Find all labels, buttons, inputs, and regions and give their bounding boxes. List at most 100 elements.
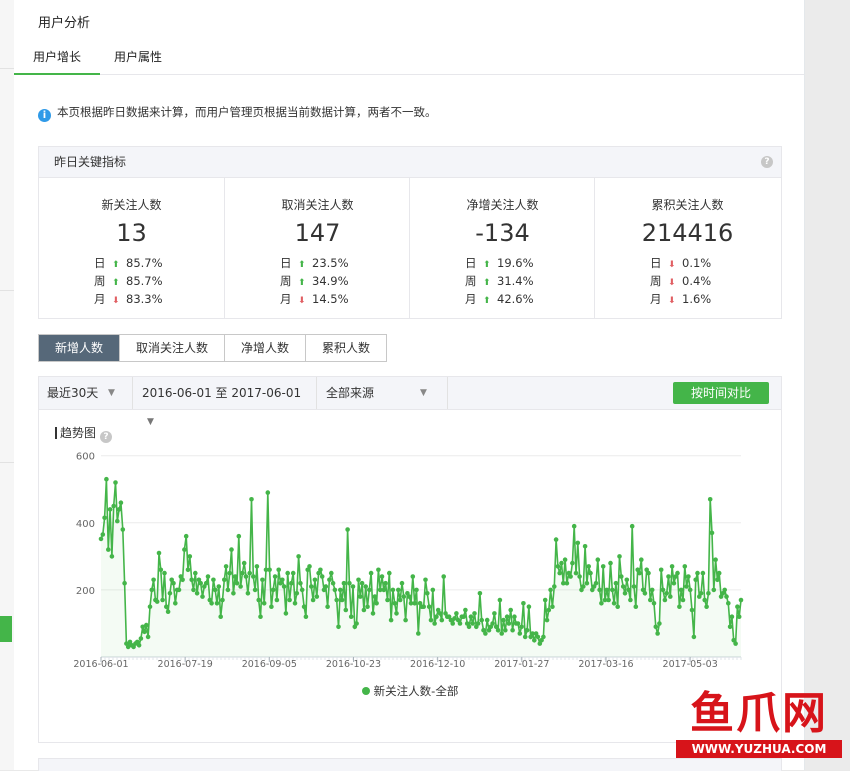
change-pct: 31.4%	[497, 274, 534, 288]
data-point	[735, 604, 740, 609]
tab-user-growth[interactable]: 用户增长	[14, 40, 100, 75]
data-point	[334, 597, 340, 603]
data-point	[142, 629, 147, 635]
data-point	[506, 621, 512, 626]
data-point	[470, 621, 476, 626]
kpi-value: 147	[294, 219, 341, 247]
period-label: 周	[465, 274, 477, 288]
data-point	[615, 604, 620, 609]
kpi-value: -134	[475, 219, 530, 247]
data-point	[428, 617, 434, 623]
metric-segment-control: 新增人数 取消关注人数 净增人数 累积人数	[38, 334, 387, 362]
data-point	[680, 597, 686, 603]
x-tick-label: 2016-10-23	[326, 659, 381, 670]
data-point	[299, 587, 305, 593]
data-point	[368, 570, 374, 576]
data-point	[104, 476, 109, 482]
legend-label: 新关注人数-全部	[373, 684, 459, 698]
data-point	[664, 591, 669, 596]
data-point	[675, 570, 680, 576]
data-point	[287, 597, 292, 603]
data-point	[356, 577, 361, 583]
arrow-down-icon: ⬇	[112, 296, 120, 306]
data-point	[548, 587, 553, 593]
data-point	[631, 584, 637, 589]
data-point	[205, 574, 211, 579]
data-point	[698, 591, 704, 596]
data-point	[154, 599, 160, 604]
data-point	[546, 607, 552, 613]
help-icon[interactable]: ?	[761, 156, 773, 168]
data-point	[677, 604, 682, 609]
data-point	[198, 580, 203, 586]
data-point	[600, 564, 606, 569]
data-point	[597, 587, 602, 593]
data-point	[581, 584, 586, 589]
main-panel: 用户分析 用户增长 用户属性 i 本页根据昨日数据来计算，而用户管理页根据当前数据…	[14, 0, 805, 771]
data-point	[653, 624, 659, 630]
data-point	[722, 587, 727, 593]
data-point	[432, 621, 437, 626]
data-point	[562, 557, 568, 562]
chart-legend[interactable]: 新关注人数-全部	[39, 683, 781, 699]
data-point	[713, 557, 718, 562]
data-point	[510, 627, 515, 633]
kpi-change-list: 日 ⬆ 85.7% 周 ⬆ 85.7% 月 ⬇ 83.3%	[94, 255, 169, 309]
data-point	[709, 530, 715, 536]
segment-new-users[interactable]: 新增人数	[39, 335, 120, 361]
data-point	[715, 577, 720, 583]
watermark-logo: 鱼爪网 WWW.YUZHUA.COM	[676, 688, 842, 766]
kpi-change-row: 月 ⬇ 83.3%	[94, 291, 169, 309]
data-point	[387, 570, 392, 576]
kpi-label: 累积关注人数	[651, 198, 724, 212]
period-label: 日	[94, 256, 106, 270]
data-point	[252, 587, 258, 593]
period-label: 月	[465, 292, 477, 306]
data-point	[176, 587, 182, 593]
x-tick-label: 2017-05-03	[663, 659, 718, 670]
data-point	[107, 507, 113, 512]
data-point	[691, 634, 697, 640]
data-point	[437, 611, 443, 616]
data-point	[307, 564, 312, 569]
data-point	[361, 607, 367, 613]
legend-swatch	[361, 687, 370, 695]
data-point	[379, 574, 385, 579]
data-point	[390, 587, 396, 593]
data-point	[122, 580, 127, 586]
period-label: 周	[650, 274, 662, 288]
data-point	[256, 597, 261, 603]
data-point	[298, 580, 303, 586]
segment-unfollowers[interactable]: 取消关注人数	[120, 335, 225, 361]
data-point	[477, 591, 483, 596]
data-point	[532, 637, 537, 643]
change-pct: 34.9%	[312, 274, 349, 288]
data-point	[191, 587, 196, 593]
data-point	[671, 580, 677, 586]
data-point	[568, 574, 573, 579]
data-point	[421, 604, 427, 609]
data-point	[290, 570, 296, 576]
data-point	[651, 601, 657, 606]
segment-total-users[interactable]: 累积人数	[306, 335, 386, 361]
arrow-up-icon: ⬆	[298, 278, 306, 288]
sidebar-active-marker[interactable]	[0, 616, 12, 642]
change-pct: 23.5%	[312, 256, 349, 270]
data-point	[147, 604, 153, 609]
data-point	[296, 554, 301, 559]
data-point	[216, 584, 222, 589]
data-point	[280, 577, 285, 583]
data-point	[733, 641, 738, 646]
data-point	[423, 577, 428, 583]
data-point	[254, 564, 260, 569]
tab-user-attributes[interactable]: 用户属性	[114, 40, 162, 74]
data-point	[571, 523, 577, 529]
data-point	[687, 587, 693, 593]
data-point	[461, 614, 466, 619]
data-point	[416, 631, 421, 636]
x-tick-label: 2016-07-19	[158, 659, 213, 670]
segment-net-users[interactable]: 净增人数	[225, 335, 306, 361]
data-point	[727, 624, 733, 630]
arrow-down-icon: ⬇	[668, 260, 676, 270]
data-point	[151, 577, 156, 583]
